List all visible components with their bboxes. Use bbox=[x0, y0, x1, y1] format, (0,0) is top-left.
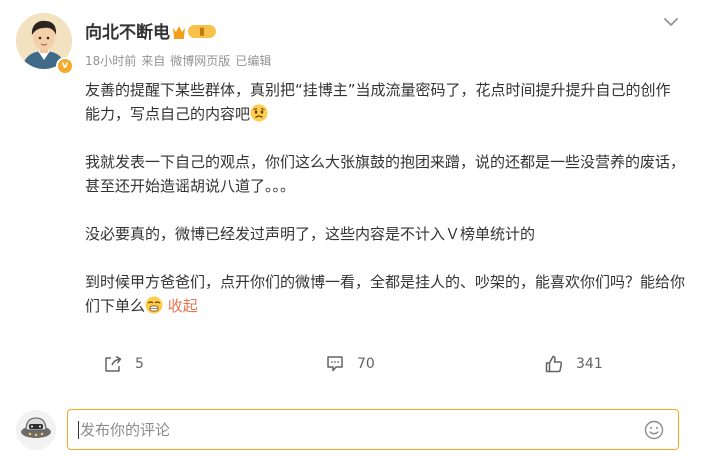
like-count: 341 bbox=[576, 356, 603, 372]
share-icon bbox=[105, 355, 122, 372]
source-prefix: 来自 bbox=[141, 54, 166, 68]
comment-count: 70 bbox=[357, 356, 375, 372]
post-paragraph-2: 我就发表一下自己的观点，你们这么大张旗鼓的抱团来蹭，说的还都是一些没营养的废话，… bbox=[85, 153, 686, 195]
post-time[interactable]: 18小时前 bbox=[85, 54, 136, 68]
like-button[interactable]: 341 bbox=[544, 353, 603, 375]
post-source: 微博网页版 bbox=[170, 54, 231, 68]
collapse-link[interactable]: 收起 bbox=[168, 297, 198, 315]
post-paragraph-4: 到时候甲方爸爸们，点开你们的微博一看，全都是挂人的、吵架的，能喜欢你们吗？能给你… bbox=[85, 270, 685, 318]
comment-button[interactable]: 70 bbox=[325, 353, 375, 375]
share-count: 5 bbox=[135, 356, 144, 372]
chevron-down-icon[interactable] bbox=[659, 12, 683, 32]
my-avatar[interactable] bbox=[16, 410, 56, 450]
post-paragraph-1: 友善的提醒下某些群体，真别把“挂博主”当成流量密码了，花点时间提升提升自己的创作… bbox=[85, 78, 685, 126]
paragraph-text: 友善的提醒下某些群体，真别把“挂博主”当成流量密码了，花点时间提升提升自己的创作… bbox=[85, 81, 671, 123]
vip-level-badge[interactable]: Ⅱ bbox=[171, 23, 219, 40]
emoji-picker-icon[interactable] bbox=[644, 420, 664, 440]
text-caret bbox=[78, 421, 79, 439]
shocked-face-emoji-icon bbox=[145, 296, 163, 314]
thumbs-up-icon bbox=[545, 355, 563, 373]
edited-label[interactable]: 已编辑 bbox=[235, 54, 271, 68]
comment-input[interactable] bbox=[80, 410, 620, 449]
comment-box[interactable] bbox=[67, 409, 679, 450]
share-button[interactable]: 5 bbox=[103, 353, 144, 375]
author-name[interactable]: 向北不断电 bbox=[85, 18, 170, 43]
verified-badge: v bbox=[56, 57, 74, 75]
ufo-avatar-image bbox=[16, 410, 56, 450]
weibo-post-card: v 向北不断电 Ⅱ 18小时前 来自 微博网页版 已编辑 友善的提醒下某些群体，真别把… bbox=[0, 0, 707, 458]
sad-face-emoji-icon bbox=[250, 104, 268, 122]
post-paragraph-3: 没必要真的，微博已经发过声明了，这些内容是不计入Ｖ榜单统计的 bbox=[85, 225, 536, 243]
comment-icon bbox=[327, 356, 343, 372]
post-content: 友善的提醒下某些群体，真别把“挂博主”当成流量密码了，花点时间提升提升自己的创作… bbox=[85, 78, 685, 318]
post-meta: 18小时前 来自 微博网页版 已编辑 bbox=[85, 52, 276, 69]
vip-level-text: Ⅱ bbox=[200, 28, 205, 39]
